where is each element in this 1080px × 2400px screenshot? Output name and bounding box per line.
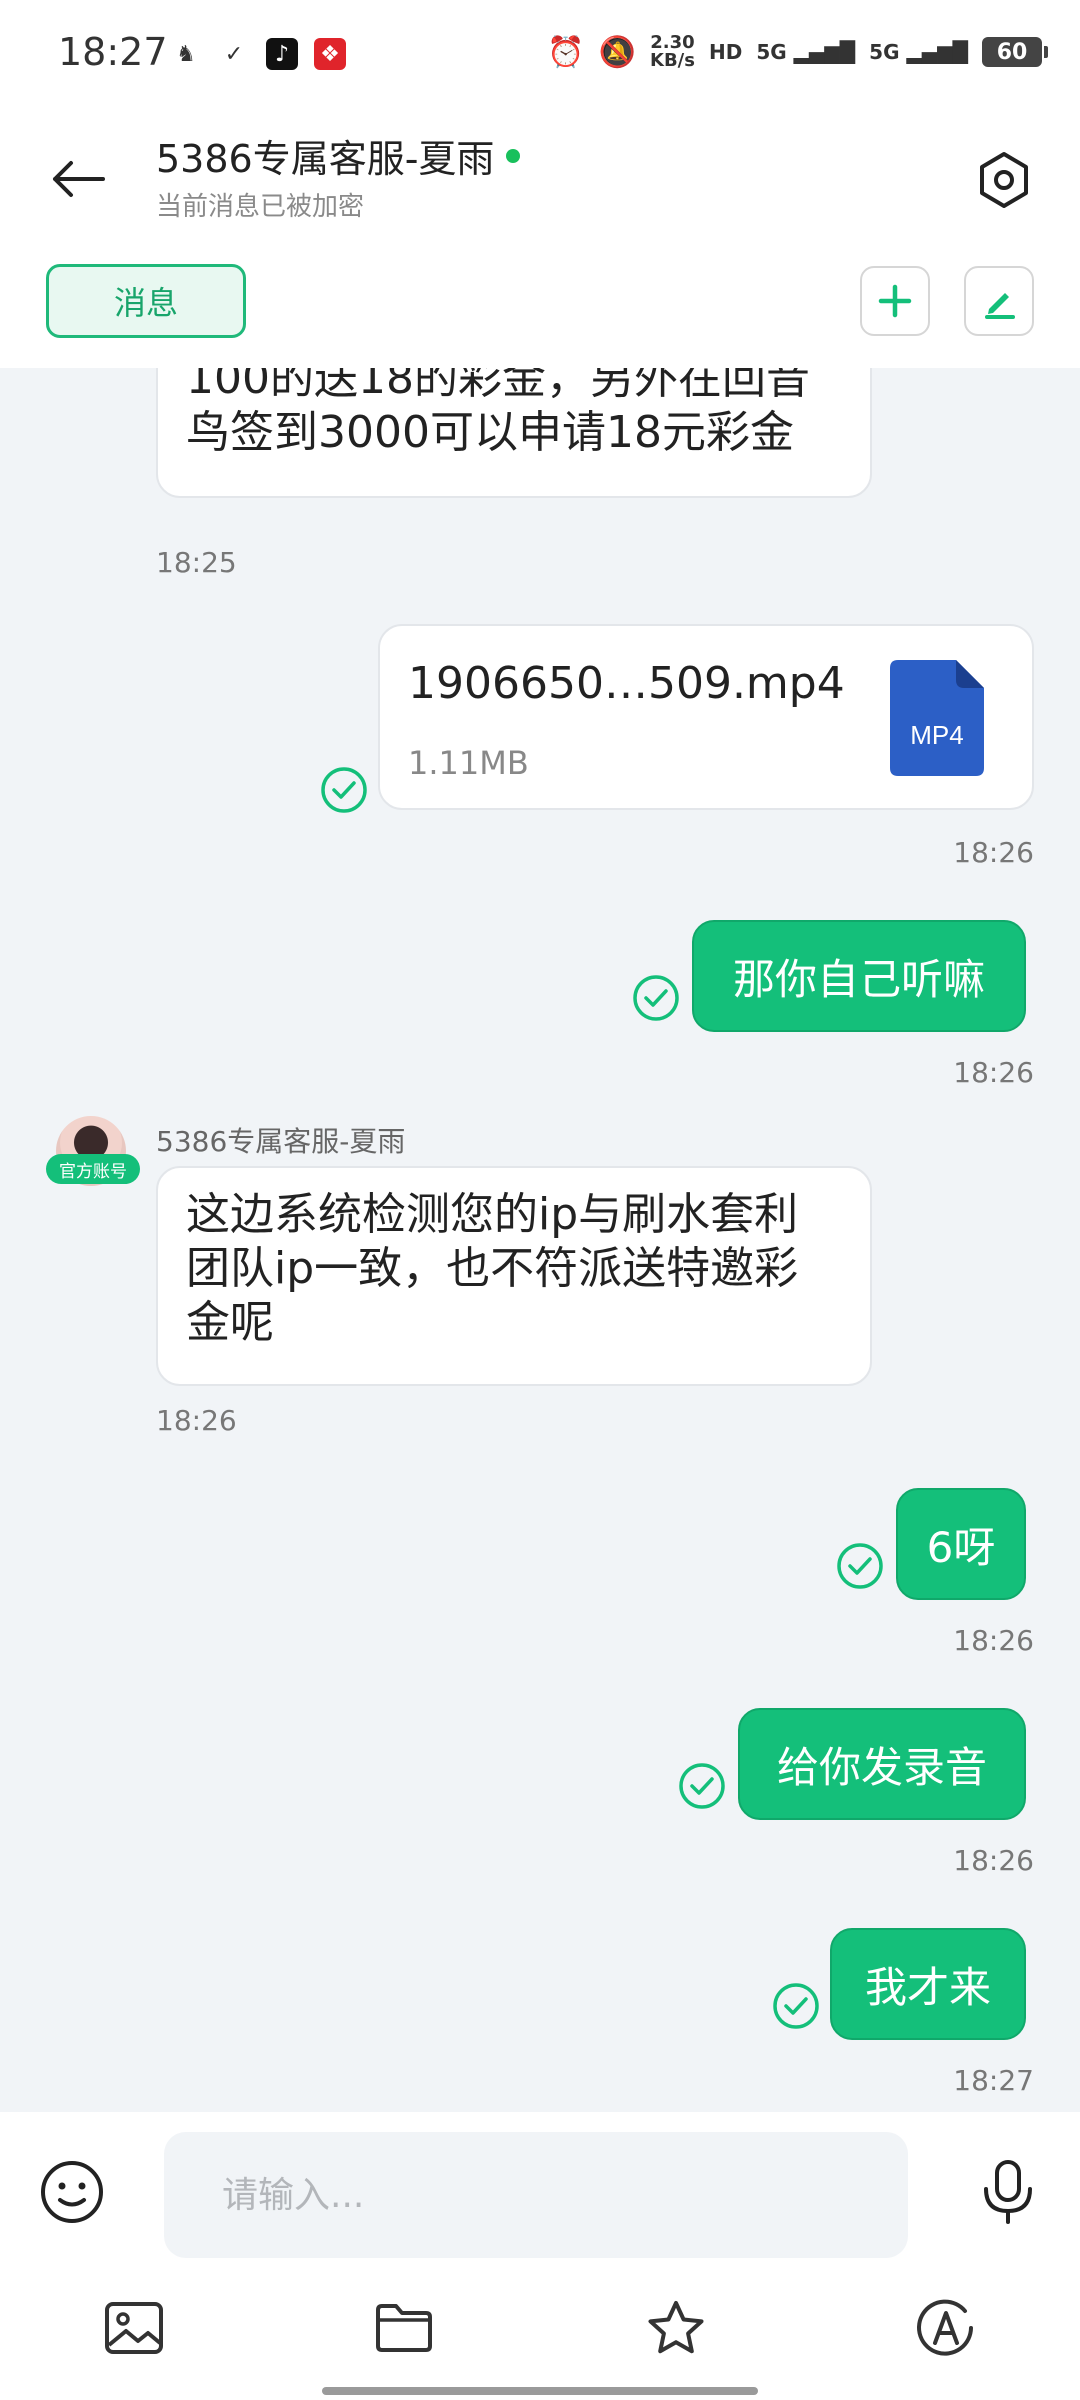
sent-check-icon: [837, 1543, 883, 1589]
file-message-card[interactable]: 1906650…509.mp4 1.11MB MP4: [378, 624, 1034, 810]
red-app-icon: ❖: [314, 38, 346, 70]
signal-1: 5G ▂▄▆█: [756, 40, 856, 64]
sent-check-icon: [679, 1763, 725, 1809]
sent-check-icon: [633, 975, 679, 1021]
incoming-message-bubble[interactable]: 这边系统检测您的ip与刷水套利团队ip一致，也不符派送特邀彩金呢: [156, 1166, 872, 1386]
plus-icon: [878, 284, 912, 318]
tiktok-icon: ♪: [266, 38, 298, 70]
network-speed: 2.30 KB/s: [650, 32, 695, 71]
edit-button[interactable]: [964, 266, 1034, 336]
sent-check-icon: [773, 1983, 819, 2029]
message-time: 18:26: [953, 1056, 1034, 1089]
chat-messages[interactable]: 亲我司还有首存彩金 有进行充值100的送18的彩金，另外在回音鸟签到3000可以…: [0, 368, 1080, 2112]
pencil-icon: [985, 293, 1015, 319]
message-input[interactable]: [164, 2132, 908, 2258]
arrow-left-icon: [53, 161, 105, 197]
chat-title: 5386专属客服-夏雨: [156, 128, 521, 183]
input-bar: [0, 2112, 1080, 2400]
file-type-label: MP4: [910, 720, 963, 750]
message-time: 18:25: [156, 546, 237, 579]
file-size: 1.11MB: [408, 744, 529, 782]
encryption-notice: 当前消息已被加密: [156, 192, 365, 222]
chat-header: 5386专属客服-夏雨 当前消息已被加密 消息: [0, 110, 1080, 368]
status-time: 18:27: [58, 30, 168, 74]
folder-icon: [376, 2304, 432, 2352]
image-icon: [105, 2302, 163, 2354]
status-bar: 18:27 ♞ ✓ ♪ ❖ ⏰ 🔕 2.30 KB/s HD 5G ▂▄▆█ 5G…: [0, 0, 1080, 110]
circled-a-icon: [917, 2299, 973, 2356]
status-indicators: ⏰ 🔕 2.30 KB/s HD 5G ▂▄▆█ 5G ▂▄▆█ 60: [547, 32, 1048, 71]
message-time: 18:26: [953, 1624, 1034, 1657]
toolbar: [0, 2292, 1080, 2372]
message-time: 18:26: [156, 1404, 237, 1437]
message-time: 18:26: [953, 836, 1034, 869]
outgoing-message-bubble[interactable]: 那你自己听嘛: [692, 920, 1026, 1032]
favorite-button[interactable]: [640, 2292, 712, 2364]
sender-name: 5386专属客服-夏雨: [156, 1125, 406, 1158]
hexagon-settings-icon: [980, 152, 1028, 208]
back-button[interactable]: [42, 144, 112, 214]
sent-check-icon: [321, 767, 367, 813]
message-text: 亲我司还有首存彩金 有进行充值100的送18的彩金，另外在回音鸟签到3000可以…: [186, 368, 810, 458]
check-notification-icon: ✓: [224, 41, 244, 67]
online-status-dot: [506, 148, 521, 163]
message-time: 18:27: [953, 2064, 1034, 2097]
microphone-icon: [984, 2160, 1032, 2224]
settings-button[interactable]: [968, 144, 1040, 216]
home-indicator[interactable]: [322, 2387, 758, 2395]
chat-title-text: 5386专属客服-夏雨: [156, 137, 495, 181]
auto-reply-button[interactable]: [910, 2292, 982, 2364]
star-icon: [648, 2301, 704, 2354]
mute-icon: 🔕: [598, 34, 636, 70]
official-account-badge: 官方账号: [46, 1154, 140, 1184]
hd-indicator: HD: [708, 40, 743, 64]
alarm-icon: ⏰: [547, 34, 585, 70]
signal-2: 5G ▂▄▆█: [869, 40, 968, 64]
mp4-file-icon: MP4: [890, 660, 984, 776]
add-button[interactable]: [860, 266, 930, 336]
battery-indicator: 60: [982, 37, 1048, 67]
outgoing-message-bubble[interactable]: 6呀: [896, 1488, 1026, 1600]
smiley-icon: [41, 2161, 103, 2223]
tab-messages[interactable]: 消息: [46, 264, 246, 338]
image-button[interactable]: [98, 2292, 170, 2364]
voice-button[interactable]: [972, 2156, 1044, 2228]
file-name: 1906650…509.mp4: [408, 658, 845, 709]
message-text: 这边系统检测您的ip与刷水套利团队ip一致，也不符派送特邀彩金呢: [186, 1189, 799, 1348]
emoji-button[interactable]: [36, 2156, 108, 2228]
notification-icons: ♞ ✓ ♪ ❖: [170, 38, 346, 70]
outgoing-message-bubble[interactable]: 我才来: [830, 1928, 1026, 2040]
message-time: 18:26: [953, 1844, 1034, 1877]
outgoing-message-bubble[interactable]: 给你发录音: [738, 1708, 1026, 1820]
incoming-message-bubble[interactable]: 亲我司还有首存彩金 有进行充值100的送18的彩金，另外在回音鸟签到3000可以…: [156, 368, 872, 498]
file-button[interactable]: [368, 2292, 440, 2364]
notification-app-icon: ♞: [176, 41, 196, 67]
